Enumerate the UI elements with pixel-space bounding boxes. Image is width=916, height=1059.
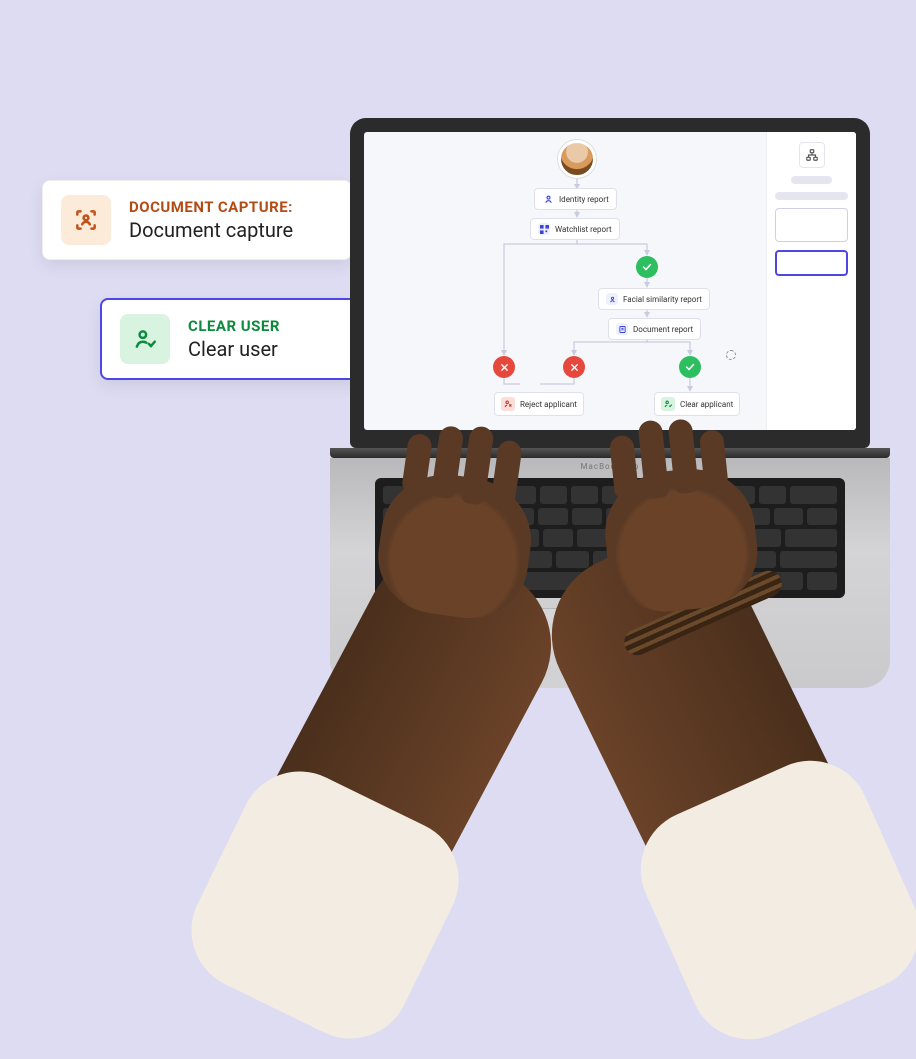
callout-subtitle: Document capture	[129, 218, 293, 242]
callout-title: CLEAR USER	[188, 317, 280, 335]
sitemap-icon-button[interactable]	[799, 142, 825, 168]
laptop-lid: Identity report Watchlist report Facial …	[350, 118, 870, 448]
callout-title: DOCUMENT CAPTURE:	[129, 198, 293, 216]
node-watchlist-report[interactable]: Watchlist report	[530, 218, 620, 240]
node-reject-applicant[interactable]: Reject applicant	[494, 392, 584, 416]
workflow-canvas[interactable]: Identity report Watchlist report Facial …	[364, 132, 766, 430]
node-document-report[interactable]: Document report	[608, 318, 701, 340]
callout-subtitle: Clear user	[188, 337, 280, 361]
node-clear-applicant[interactable]: Clear applicant	[654, 392, 740, 416]
placeholder-line	[775, 192, 848, 200]
face-icon	[606, 293, 618, 305]
decision-fail-icon	[563, 356, 585, 378]
node-label: Watchlist report	[555, 225, 612, 234]
node-facial-similarity[interactable]: Facial similarity report	[598, 288, 710, 310]
decision-fail-icon	[493, 356, 515, 378]
user-x-icon	[501, 397, 515, 411]
decision-pass-icon	[636, 256, 658, 278]
panel-field-active[interactable]	[775, 250, 848, 276]
properties-panel	[766, 132, 856, 430]
node-identity-report[interactable]: Identity report	[534, 188, 617, 210]
placeholder-line	[791, 176, 831, 184]
user-check-icon	[120, 314, 170, 364]
scan-icon	[61, 195, 111, 245]
user-check-icon	[661, 397, 675, 411]
node-label: Identity report	[559, 195, 609, 204]
document-icon	[616, 323, 628, 335]
app-screen: Identity report Watchlist report Facial …	[364, 132, 856, 430]
node-label: Document report	[633, 325, 693, 334]
node-label: Clear applicant	[680, 400, 733, 409]
cursor-target-icon	[726, 350, 736, 360]
callout-clear-user[interactable]: CLEAR USER Clear user	[100, 298, 362, 380]
node-label: Reject applicant	[520, 400, 577, 409]
identity-icon	[542, 193, 554, 205]
applicant-avatar	[558, 140, 596, 178]
qr-icon	[538, 223, 550, 235]
callout-document-capture: DOCUMENT CAPTURE: Document capture	[42, 180, 352, 260]
node-label: Facial similarity report	[623, 295, 702, 304]
decision-pass-icon	[679, 356, 701, 378]
panel-field[interactable]	[775, 208, 848, 242]
